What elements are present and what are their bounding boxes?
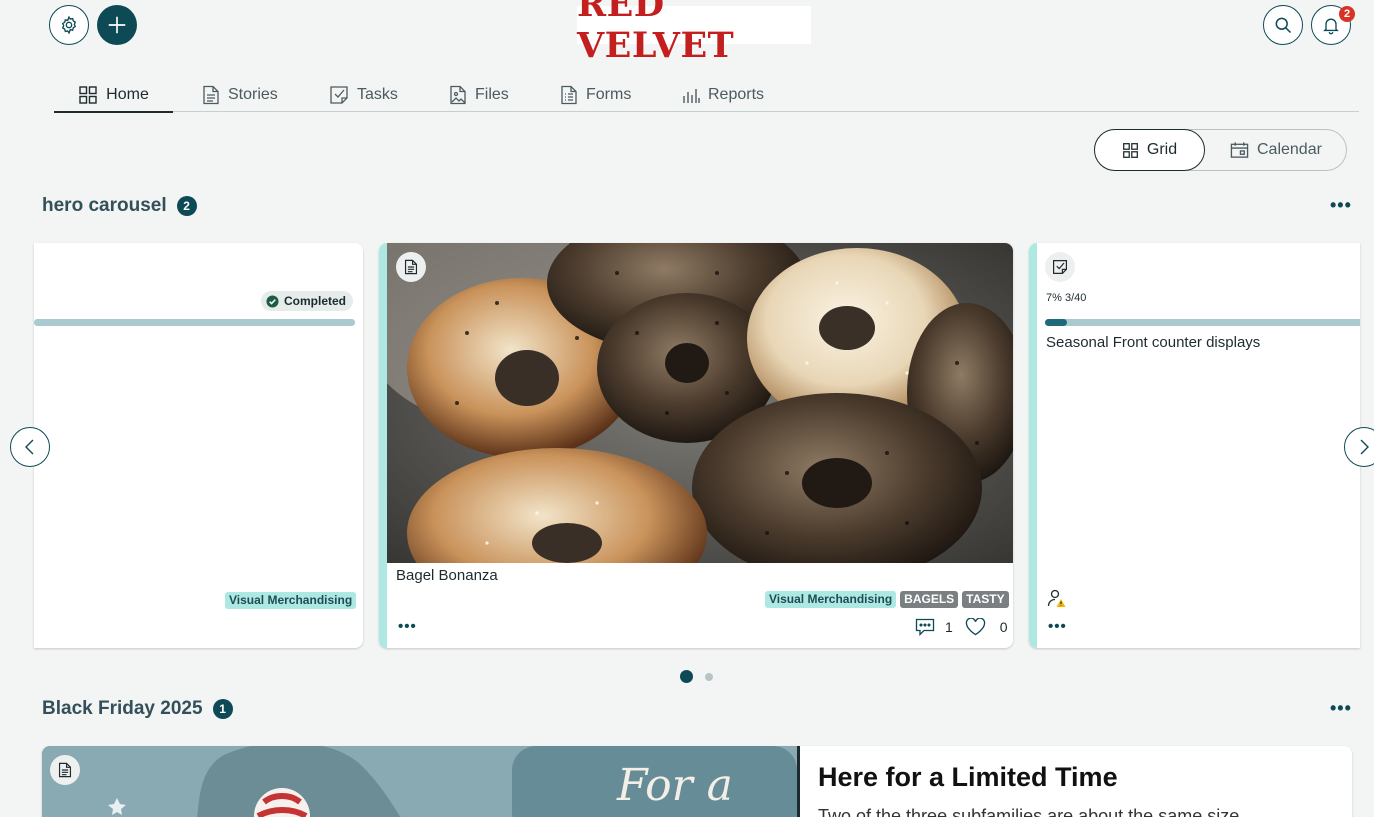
brand-logo-text: RED VELVET	[577, 0, 735, 66]
carousel-prev-button[interactable]	[10, 427, 50, 467]
gear-icon	[61, 15, 77, 35]
user-warning-icon	[1047, 589, 1066, 607]
tab-files[interactable]: Files	[449, 78, 509, 112]
tab-home[interactable]: Home	[54, 78, 173, 113]
task-card-more-button[interactable]: •••	[1048, 618, 1067, 635]
task-check-icon	[330, 86, 348, 104]
notification-count-badge: 2	[1339, 6, 1355, 22]
card-accent-bar	[379, 243, 387, 648]
image-file-icon	[450, 85, 466, 105]
tab-stories-label: Stories	[228, 86, 278, 103]
main-tabs: Home Stories Tasks Files Forms Reports	[54, 78, 1359, 113]
bagel-photo-illustration	[379, 243, 1013, 618]
document-icon	[58, 762, 72, 778]
view-toggle: Grid Calendar	[1094, 129, 1347, 171]
bell-icon	[1323, 18, 1339, 35]
task-progress-bar	[1045, 319, 1360, 326]
tab-home-label: Home	[106, 85, 149, 103]
bagel-card-tags: Visual Merchandising BAGELS TASTY	[765, 591, 1009, 608]
story-image-text: For a	[617, 760, 733, 811]
story-body-text: Two of the three subfamilies are about t…	[818, 806, 1240, 817]
tag-bagels[interactable]: BAGELS	[900, 591, 959, 608]
bagel-card-engagement: 1 0	[915, 618, 1008, 636]
document-icon	[203, 85, 219, 105]
story-divider	[797, 746, 800, 817]
plus-icon	[108, 16, 126, 34]
hero-count-badge: 2	[176, 196, 197, 216]
card1-tags: Visual Merchandising	[225, 591, 357, 609]
bagel-card-title: Bagel Bonanza	[396, 567, 498, 584]
comment-icon[interactable]	[915, 618, 935, 636]
grid-icon	[79, 85, 97, 104]
like-count: 0	[999, 619, 1008, 635]
grid-icon	[1122, 142, 1138, 158]
tab-tasks-label: Tasks	[357, 86, 398, 103]
tag-tasty[interactable]: TASTY	[962, 591, 1009, 608]
black-friday-more-button[interactable]: •••	[1330, 698, 1352, 719]
completed-progress-fill	[34, 319, 355, 326]
black-friday-count-badge: 1	[212, 699, 233, 719]
bagel-card-type-icon	[396, 252, 426, 282]
completed-status-label: Completed	[284, 294, 347, 308]
hero-card-seasonal-task[interactable]: 7% 3/40 Seasonal Front counter displays …	[1029, 243, 1360, 648]
task-card-title: Seasonal Front counter displays	[1046, 334, 1261, 351]
completed-status-badge: Completed	[261, 291, 354, 311]
document-icon	[404, 259, 418, 275]
form-icon	[561, 85, 577, 105]
tag-visual-merchandising[interactable]: Visual Merchandising	[225, 592, 357, 609]
comment-count: 1	[945, 619, 953, 635]
task-progress-text: 7% 3/40	[1046, 292, 1087, 304]
tab-reports[interactable]: Reports	[682, 78, 764, 112]
card-accent-bar	[1029, 243, 1037, 648]
search-button[interactable]	[1263, 5, 1303, 45]
completed-progress-bar	[34, 319, 355, 326]
heart-icon[interactable]	[965, 618, 986, 636]
chevron-left-icon	[25, 439, 34, 455]
task-check-icon	[1053, 260, 1067, 274]
bar-chart-icon	[683, 89, 700, 103]
task-assignee[interactable]	[1047, 588, 1067, 613]
calendar-view-label: Calendar	[1257, 141, 1322, 158]
black-friday-section-title: Black Friday 2025 1	[42, 698, 233, 720]
story-card-type-icon	[50, 755, 80, 785]
carousel-dot-2[interactable]	[705, 673, 713, 681]
tab-stories[interactable]: Stories	[202, 78, 278, 112]
black-friday-title-text: Black Friday 2025	[42, 698, 203, 719]
settings-button[interactable]	[49, 5, 89, 45]
chevron-right-icon	[1360, 439, 1369, 455]
tab-files-label: Files	[475, 86, 509, 103]
hero-card-bagel-bonanza[interactable]: Bagel Bonanza Visual Merchandising BAGEL…	[379, 243, 1013, 648]
hero-section-title-text: hero carousel	[42, 195, 167, 216]
tab-forms-label: Forms	[586, 86, 632, 103]
search-icon	[1275, 17, 1292, 34]
tab-reports-label: Reports	[708, 86, 765, 103]
hero-section-title: hero carousel 2	[42, 195, 197, 217]
grid-view-button[interactable]: Grid	[1094, 129, 1205, 171]
create-button[interactable]	[97, 5, 137, 45]
calendar-view-button[interactable]: Calendar	[1230, 129, 1322, 171]
bagel-card-more-button[interactable]: •••	[398, 618, 417, 635]
bagel-photo	[379, 243, 1013, 618]
story-image: For a	[42, 746, 797, 817]
tag-visual-merchandising[interactable]: Visual Merchandising	[765, 591, 897, 608]
grid-view-label: Grid	[1146, 141, 1178, 158]
black-friday-story-card[interactable]: For a Here for a Limited Time Two of the…	[42, 746, 1352, 817]
check-circle-icon	[266, 294, 279, 308]
calendar-icon	[1230, 142, 1249, 158]
tab-tasks[interactable]: Tasks	[329, 78, 398, 112]
hero-section-more-button[interactable]: •••	[1330, 195, 1352, 216]
brand-logo: RED VELVET	[577, 0, 811, 66]
tab-forms[interactable]: Forms	[560, 78, 631, 112]
carousel-dot-1[interactable]	[680, 670, 693, 683]
task-card-type-icon	[1045, 252, 1075, 282]
story-heading: Here for a Limited Time	[818, 762, 1118, 792]
task-progress-fill	[1045, 319, 1068, 326]
